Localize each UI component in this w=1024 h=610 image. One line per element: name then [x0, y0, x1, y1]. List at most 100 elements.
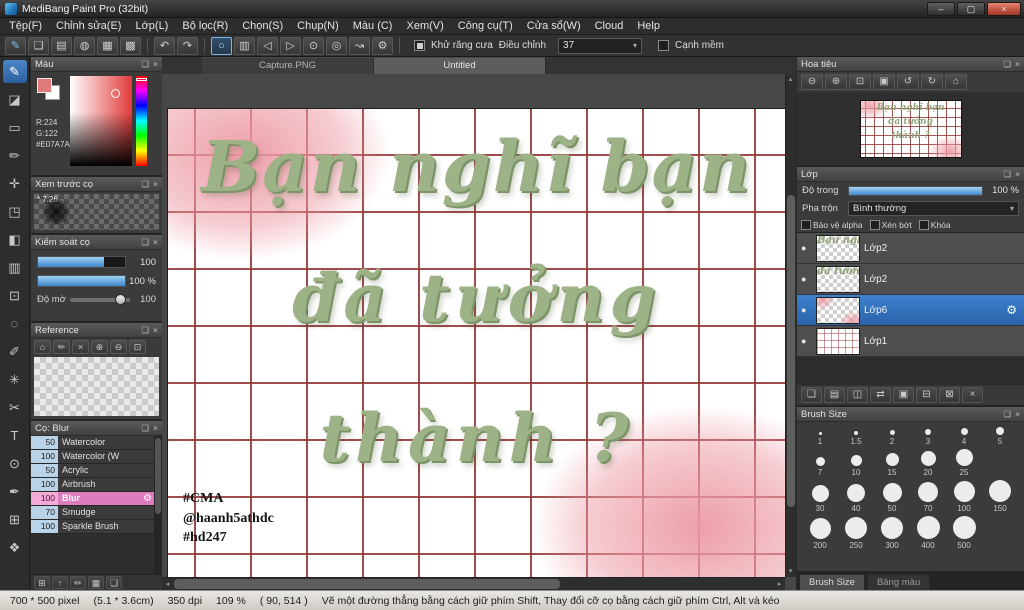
- panel-close-icon[interactable]: ×: [153, 325, 158, 335]
- brush-size-preset[interactable]: 15: [874, 451, 910, 478]
- zoom-out-icon[interactable]: ⊖: [801, 74, 823, 90]
- brush-size-preset[interactable]: 50: [874, 481, 910, 514]
- brush-size-preset[interactable]: 5: [982, 425, 1018, 447]
- layer-row[interactable]: ● Bạn nghĩ bạn Lớp2: [797, 233, 1024, 264]
- save-icon[interactable]: ▤: [51, 36, 72, 55]
- clear-icon[interactable]: ×: [72, 340, 89, 354]
- fit-window-icon[interactable]: ⊡: [849, 74, 871, 90]
- layer-visibility-icon[interactable]: ●: [801, 243, 812, 253]
- scroll-up-icon[interactable]: ▴: [785, 74, 796, 85]
- brush-size-preset[interactable]: 100: [946, 479, 982, 514]
- slider-knob[interactable]: [115, 293, 126, 305]
- duplicate-layer-icon[interactable]: ◫: [847, 387, 868, 403]
- saturation-value-picker[interactable]: [70, 76, 132, 166]
- brush-item[interactable]: 100 Sparkle Brush: [31, 520, 154, 534]
- menu-item-window[interactable]: Cửa sổ(W): [520, 18, 588, 34]
- menu-item-cloud[interactable]: Cloud: [588, 18, 631, 34]
- materials-icon[interactable]: ▩: [120, 36, 141, 55]
- move-layer-icon[interactable]: ⇄: [870, 387, 891, 403]
- brush-size-preset[interactable]: 40: [838, 482, 874, 514]
- foreground-color-swatch[interactable]: [37, 78, 52, 93]
- add-brush-icon[interactable]: ⊞: [34, 576, 50, 589]
- clipping-label[interactable]: Xén bớt: [882, 220, 912, 230]
- menu-item-color[interactable]: Màu (C): [346, 18, 400, 34]
- brush-size-preset[interactable]: 3: [910, 427, 946, 447]
- home-icon[interactable]: ⌂: [34, 340, 51, 354]
- menu-item-tools[interactable]: Công cụ(T): [451, 18, 520, 34]
- brush-size-preset[interactable]: 300: [874, 515, 910, 551]
- ellipse-select-tool-icon[interactable]: ◌: [3, 312, 27, 335]
- panel-close-icon[interactable]: ×: [1015, 409, 1020, 419]
- magic-wand-tool-icon[interactable]: ✳: [3, 368, 27, 391]
- hue-slider[interactable]: [136, 76, 147, 166]
- canvas[interactable]: Bạn nghĩ bạn đã tưởng thành ? #CMA @haan…: [167, 108, 786, 578]
- panel-popout-icon[interactable]: ❏: [1003, 409, 1011, 420]
- paste-icon[interactable]: ❏: [28, 36, 49, 55]
- tab-capture-png[interactable]: Capture.PNG: [202, 57, 374, 74]
- panel-close-icon[interactable]: ×: [153, 59, 158, 69]
- scroll-down-icon[interactable]: ▾: [785, 566, 796, 577]
- tab-untitled[interactable]: Untitled: [374, 57, 546, 74]
- alpha-protect-checkbox[interactable]: [801, 220, 811, 230]
- select-pen-tool-icon[interactable]: ✐: [3, 340, 27, 363]
- tab-brush-size[interactable]: Brush Size: [799, 574, 865, 590]
- brush-item[interactable]: 50 Watercolor: [31, 436, 154, 450]
- snap-curve-icon[interactable]: ↝: [349, 36, 370, 55]
- antialias-label[interactable]: Khử răng cưa: [431, 40, 493, 51]
- panel-popout-icon[interactable]: ❏: [141, 237, 149, 248]
- layer-row[interactable]: ● Lớp1: [797, 326, 1024, 357]
- fit-icon[interactable]: ⊡: [129, 340, 146, 354]
- panel-popout-icon[interactable]: ❏: [141, 423, 149, 434]
- gradient-tool-icon[interactable]: ▥: [3, 256, 27, 279]
- rotate-cw-icon[interactable]: ↻: [921, 74, 943, 90]
- undo-icon[interactable]: ↶: [154, 36, 175, 55]
- vertical-scroll-thumb[interactable]: [787, 194, 795, 507]
- brush-size-preset[interactable]: 150: [982, 478, 1018, 514]
- layer-visibility-icon[interactable]: ●: [801, 274, 812, 284]
- grid-view-icon[interactable]: ▦: [97, 36, 118, 55]
- dot-pen-tool-icon[interactable]: ✏: [3, 144, 27, 167]
- brush-settings-gear-icon[interactable]: ⚙: [143, 492, 154, 505]
- alpha-protect-label[interactable]: Bảo vệ alpha: [813, 220, 863, 230]
- layer-folder-icon[interactable]: ▣: [893, 387, 914, 403]
- lock-checkbox[interactable]: [918, 220, 929, 230]
- brush-size-preset[interactable]: 4: [946, 426, 982, 447]
- text-tool-icon[interactable]: T: [3, 424, 27, 447]
- divide-tool-icon[interactable]: ⊞: [3, 508, 27, 531]
- brush-size-preset[interactable]: 25: [946, 447, 982, 478]
- antialias-checkbox[interactable]: [414, 40, 425, 51]
- brush-size-preset[interactable]: 7: [802, 455, 838, 478]
- scroll-right-icon[interactable]: ▸: [774, 579, 785, 590]
- move-tool-icon[interactable]: ✛: [3, 172, 27, 195]
- layer-row-selected[interactable]: ● Lớp6 ⚙: [797, 295, 1024, 326]
- menu-item-view[interactable]: Xem(V): [399, 18, 450, 34]
- clear-layer-icon[interactable]: ⊠: [939, 387, 960, 403]
- vertical-scrollbar[interactable]: ▴ ▾: [785, 74, 796, 577]
- brush-item-selected[interactable]: 100 Blur ⚙: [31, 492, 154, 506]
- zoom-out-icon[interactable]: ⊖: [110, 340, 127, 354]
- edit-brush-icon[interactable]: ✏: [70, 576, 86, 589]
- panel-popout-icon[interactable]: ❏: [141, 59, 149, 70]
- brush-size-preset[interactable]: 250: [838, 515, 874, 551]
- soft-edge-checkbox[interactable]: [658, 40, 670, 51]
- brush-item[interactable]: 100 Airbrush: [31, 478, 154, 492]
- snap-settings-icon[interactable]: ⚙: [372, 36, 393, 55]
- redo-icon[interactable]: ↷: [177, 36, 198, 55]
- reset-view-icon[interactable]: ⌂: [945, 74, 967, 90]
- min-width-slider[interactable]: [69, 293, 130, 305]
- snap-parallel-icon[interactable]: ▥: [234, 36, 255, 55]
- brush-grid-icon[interactable]: ▦: [88, 576, 104, 589]
- menu-item-capture[interactable]: Chụp(N): [290, 18, 346, 34]
- zoom-in-icon[interactable]: ⊕: [91, 340, 108, 354]
- menu-item-select[interactable]: Chọn(S): [235, 18, 290, 34]
- select-tool-icon[interactable]: ⊡: [3, 284, 27, 307]
- snap-crisscross-icon[interactable]: ◁: [257, 36, 278, 55]
- menu-item-file[interactable]: Tệp(F): [2, 18, 49, 34]
- snap-circle-icon[interactable]: ◎: [326, 36, 347, 55]
- delete-layer-icon[interactable]: ×: [962, 387, 983, 403]
- actual-size-icon[interactable]: ▣: [873, 74, 895, 90]
- close-button[interactable]: ×: [987, 1, 1021, 16]
- clipping-checkbox[interactable]: [869, 220, 880, 230]
- brush-item[interactable]: 100 Watercolor (W: [31, 450, 154, 464]
- scroll-thumb[interactable]: [155, 438, 161, 514]
